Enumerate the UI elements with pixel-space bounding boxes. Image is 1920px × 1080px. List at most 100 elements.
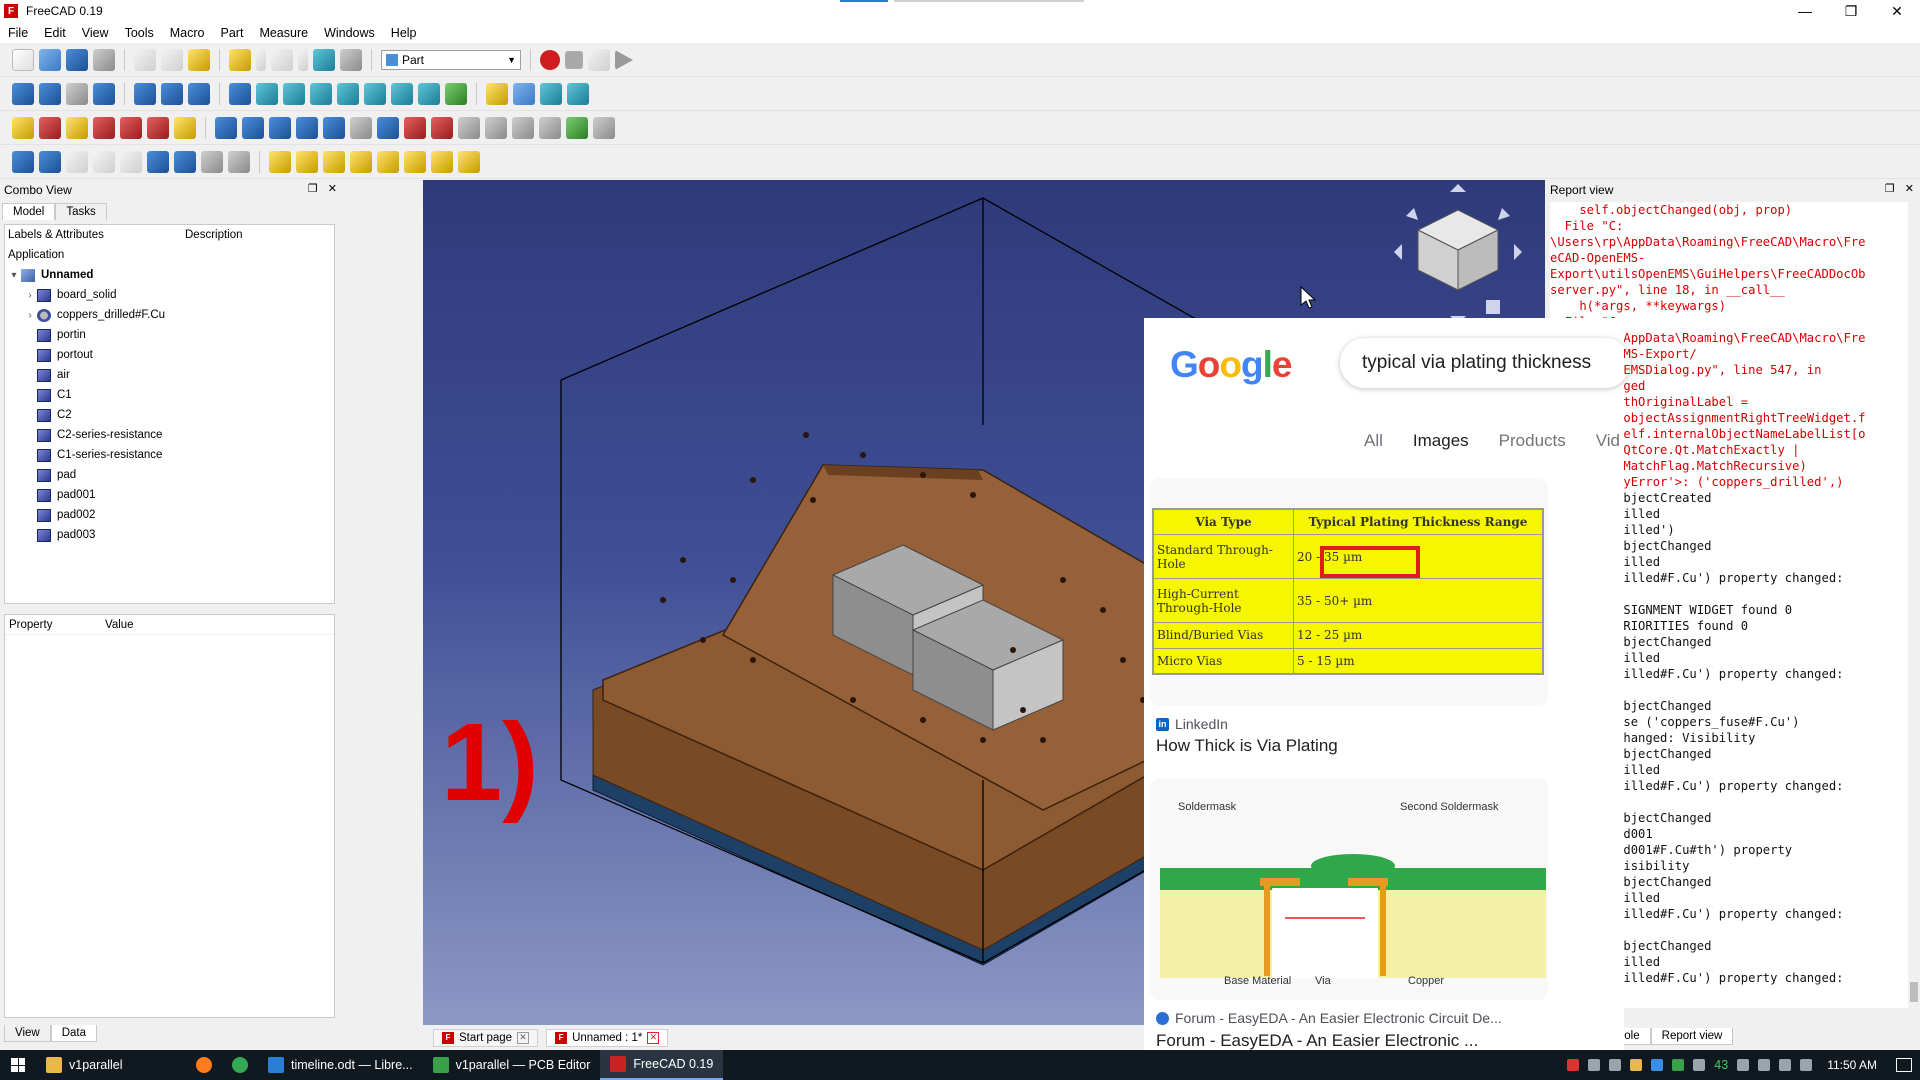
torus-icon[interactable] — [377, 150, 399, 173]
join-features-icon[interactable] — [147, 150, 169, 173]
left-view-icon[interactable] — [418, 82, 440, 105]
tree-item-c1-series-resistance[interactable]: C1-series-resistance — [5, 445, 334, 465]
volume-icon[interactable] — [1758, 1059, 1771, 1071]
attachment-icon[interactable] — [593, 116, 615, 139]
minimize-button[interactable]: — — [1782, 0, 1828, 22]
result-title[interactable]: How Thick is Via Plating — [1156, 736, 1338, 756]
tab-report-view[interactable]: Report view — [1650, 1028, 1734, 1045]
primitives-icon[interactable] — [431, 150, 453, 173]
macro-3-icon[interactable] — [66, 116, 88, 139]
taskbar-app-freecad[interactable]: FreeCAD 0.19 — [600, 1050, 724, 1080]
tray-app-icon[interactable] — [1567, 1059, 1580, 1071]
tray-app-icon[interactable] — [1693, 1059, 1706, 1071]
fit-all-icon[interactable] — [12, 82, 34, 105]
wifi-icon[interactable] — [1779, 1059, 1792, 1071]
undo-icon[interactable] — [229, 48, 251, 71]
macro-2-icon[interactable] — [39, 116, 61, 139]
draw-style-icon[interactable] — [66, 82, 88, 105]
menu-view[interactable]: View — [74, 26, 117, 40]
menu-macro[interactable]: Macro — [162, 26, 213, 40]
network-icon[interactable] — [1737, 1059, 1750, 1071]
close-tab-icon[interactable]: ✕ — [517, 1031, 530, 1044]
redo-icon[interactable] — [271, 48, 293, 71]
taskbar-app-chrome[interactable] — [222, 1050, 258, 1080]
chamfer-icon[interactable] — [323, 116, 345, 139]
macro-7-icon[interactable] — [174, 116, 196, 139]
search-input[interactable]: typical via plating thickness — [1340, 338, 1630, 388]
create-group-icon[interactable] — [513, 82, 535, 105]
cross-sections-icon[interactable] — [485, 116, 507, 139]
tab-tasks[interactable]: Tasks — [55, 203, 107, 220]
boolean-icon[interactable] — [39, 150, 61, 173]
print-icon[interactable] — [93, 48, 115, 71]
check-geometry-icon[interactable] — [201, 150, 223, 173]
tree-item-pad[interactable]: pad — [5, 465, 334, 485]
close-tab-icon[interactable]: ✕ — [647, 1031, 660, 1044]
measure-distance-icon[interactable] — [445, 82, 467, 105]
tab-unnamed-document[interactable]: F Unnamed : 1* ✕ — [546, 1028, 669, 1047]
close-dock-icon[interactable]: ✕ — [328, 182, 337, 195]
ruled-surface-icon[interactable] — [377, 116, 399, 139]
scrollbar-thumb[interactable] — [1910, 982, 1918, 1002]
close-dock-icon[interactable]: ✕ — [1905, 182, 1914, 195]
result-source[interactable]: in LinkedIn — [1156, 716, 1228, 732]
menu-measure[interactable]: Measure — [251, 26, 316, 40]
extrude-icon[interactable] — [215, 116, 237, 139]
back-arrow-icon[interactable] — [134, 82, 156, 105]
result-title[interactable]: Forum - EasyEDA - An Easier Electronic .… — [1156, 1031, 1478, 1051]
tray-app-icon[interactable] — [1651, 1059, 1664, 1071]
make-link-icon[interactable] — [540, 82, 562, 105]
tree-item-board-solid[interactable]: › board_solid — [5, 285, 334, 305]
bounding-box-icon[interactable] — [93, 82, 115, 105]
tray-app-icon[interactable] — [1672, 1059, 1685, 1071]
new-file-icon[interactable] — [12, 48, 34, 71]
copy-icon[interactable] — [161, 48, 183, 71]
report-scrollbar[interactable] — [1908, 202, 1920, 1008]
tab-videos[interactable]: Vid — [1596, 431, 1620, 451]
menu-edit[interactable]: Edit — [36, 26, 74, 40]
make-face-icon[interactable] — [350, 116, 372, 139]
stop-macro-icon[interactable] — [565, 50, 583, 69]
tube-icon[interactable] — [404, 150, 426, 173]
tab-data[interactable]: Data — [50, 1025, 98, 1042]
tree-item-pad003[interactable]: pad003 — [5, 525, 334, 545]
cube-icon[interactable] — [269, 150, 291, 173]
paste-icon[interactable] — [188, 48, 210, 71]
tab-all[interactable]: All — [1364, 431, 1383, 451]
tab-images[interactable]: Images — [1413, 431, 1469, 451]
menu-part[interactable]: Part — [213, 26, 252, 40]
tree-item-c1[interactable]: C1 — [5, 385, 334, 405]
thickness-icon[interactable] — [539, 116, 561, 139]
fit-selection-icon[interactable] — [39, 82, 61, 105]
tree-document-row[interactable]: ▾ Unnamed — [5, 265, 334, 285]
taskbar-app-writer[interactable]: timeline.odt — Libre... — [258, 1050, 423, 1080]
tree-item-air[interactable]: air — [5, 365, 334, 385]
section-icon[interactable] — [458, 116, 480, 139]
revolve-icon[interactable] — [242, 116, 264, 139]
tab-products[interactable]: Products — [1499, 431, 1566, 451]
loft-icon[interactable] — [404, 116, 426, 139]
via-plating-table-image[interactable]: Via Type Typical Plating Thickness Range… — [1152, 508, 1544, 675]
mirror-icon[interactable] — [269, 116, 291, 139]
macro-6-icon[interactable] — [147, 116, 169, 139]
forward-arrow-icon[interactable] — [161, 82, 183, 105]
tray-app-icon[interactable] — [1588, 1059, 1601, 1071]
bottom-view-icon[interactable] — [391, 82, 413, 105]
isometric-view-icon[interactable] — [256, 82, 278, 105]
create-part-icon[interactable] — [486, 82, 508, 105]
notification-icon[interactable] — [1896, 1058, 1912, 1072]
tree-item-portout[interactable]: portout — [5, 345, 334, 365]
maximize-button[interactable]: ❐ — [1828, 0, 1874, 22]
sphere-icon[interactable] — [323, 150, 345, 173]
tab-model[interactable]: Model — [2, 203, 56, 220]
tree-item-c2-series-resistance[interactable]: C2-series-resistance — [5, 425, 334, 445]
fuse-icon[interactable] — [93, 150, 115, 173]
defeaturing-icon[interactable] — [228, 150, 250, 173]
menu-help[interactable]: Help — [383, 26, 425, 40]
menu-windows[interactable]: Windows — [316, 26, 383, 40]
tree-item-pad002[interactable]: pad002 — [5, 505, 334, 525]
macro-4-icon[interactable] — [93, 116, 115, 139]
right-view-icon[interactable] — [337, 82, 359, 105]
compound-tools-icon[interactable] — [12, 150, 34, 173]
offset-icon[interactable] — [512, 116, 534, 139]
